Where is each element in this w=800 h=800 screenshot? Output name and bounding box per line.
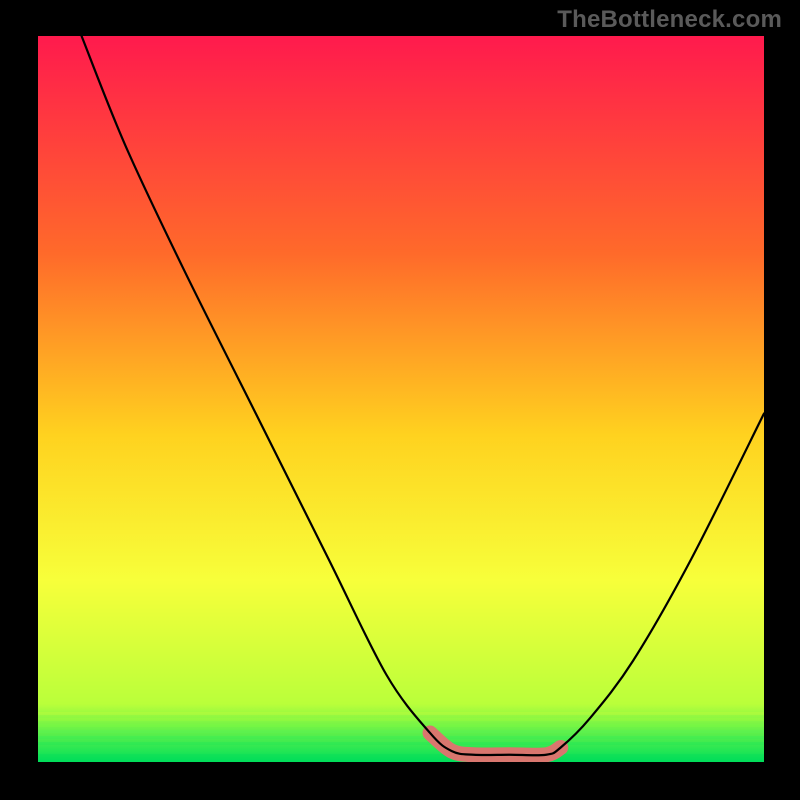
- chart-stage: TheBottleneck.com: [0, 0, 800, 800]
- chart-svg: [38, 36, 764, 762]
- bottom-bands: [38, 712, 764, 762]
- watermark-text: TheBottleneck.com: [557, 6, 782, 34]
- plot-area: [38, 36, 764, 762]
- plot-background: [38, 36, 764, 762]
